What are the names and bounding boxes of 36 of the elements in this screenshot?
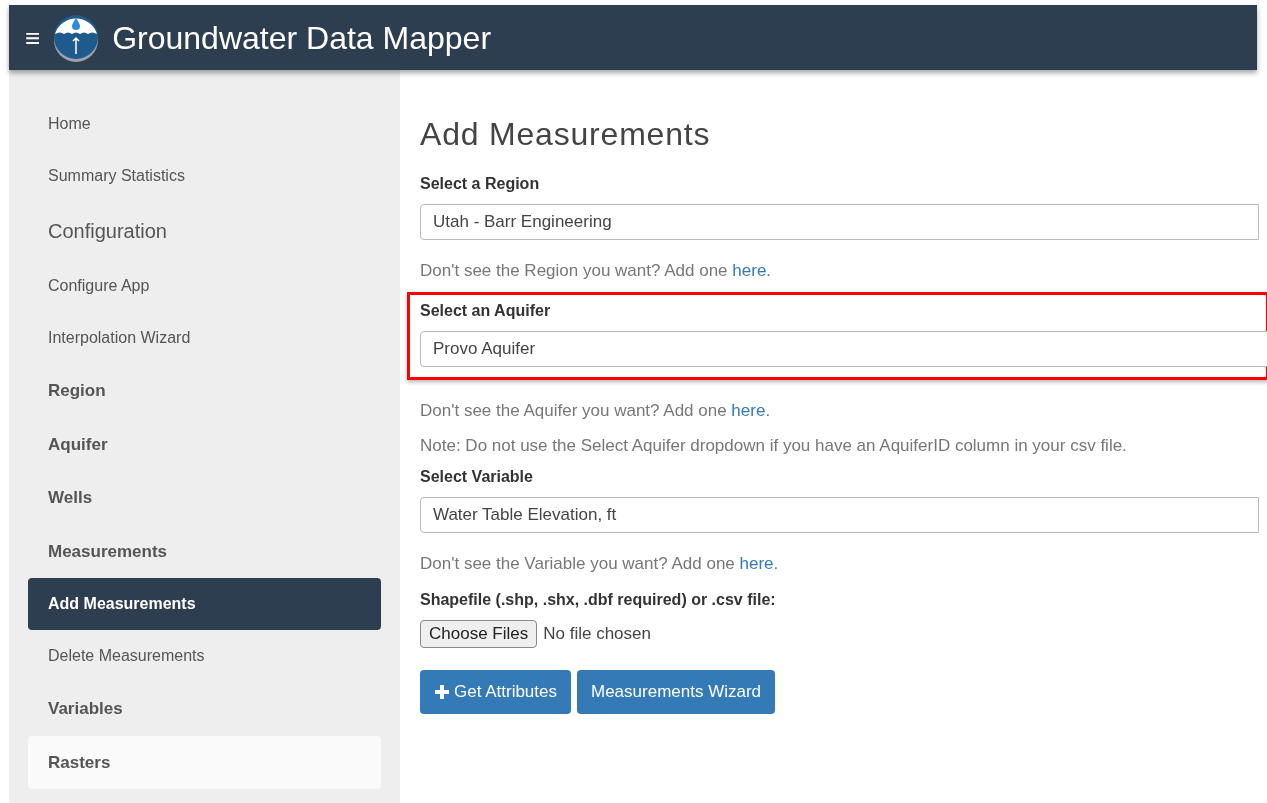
sidebar-item[interactable]: Measurements <box>28 524 381 578</box>
page-title: Add Measurements <box>420 115 712 154</box>
file-status: No file chosen <box>543 623 651 646</box>
help-text: Don't see the Region you want? Add one here. <box>420 260 773 282</box>
sidebar-item[interactable]: Summary Statistics <box>28 150 381 202</box>
sidebar-item[interactable]: Region <box>28 364 381 418</box>
sidebar-item[interactable]: Rasters <box>28 735 381 789</box>
field-label: Select a Region <box>420 174 541 194</box>
here-link[interactable]: here <box>732 261 767 280</box>
sidebar-item[interactable]: Configure App <box>28 260 381 312</box>
choose-files-button[interactable]: Choose Files <box>420 620 538 648</box>
field-label: Shapefile (.shp, .shx, .dbf required) or .csv file: <box>420 590 777 610</box>
here-link[interactable]: here <box>731 400 766 420</box>
sidebar-item[interactable]: Interpolation Wizard <box>28 312 381 364</box>
sidebar-heading: Configuration <box>47 219 168 244</box>
select-field[interactable]: Utah - Barr Engineering <box>420 204 1259 240</box>
sidebar-item[interactable]: Variables <box>28 682 381 736</box>
action-button[interactable]: Get Attributes <box>420 670 571 714</box>
water-drop-logo-icon <box>52 13 101 62</box>
plus-icon <box>434 684 450 700</box>
sidebar-item[interactable]: Home <box>28 98 381 150</box>
sidebar-item[interactable]: Add Measurements <box>28 578 381 630</box>
sidebar-item[interactable]: Wells <box>28 471 381 525</box>
select-field[interactable]: Water Table Elevation, ft <box>420 496 1259 533</box>
action-button[interactable]: Measurements Wizard <box>577 670 776 714</box>
app-title: Groundwater Data Mapper <box>112 18 492 58</box>
menu-icon[interactable]: ≡ <box>25 24 41 51</box>
field-label: Select an Aquifer <box>420 300 552 321</box>
help-text: Don't see the Aquifer you want? Add one here. <box>420 399 772 422</box>
help-text: Don't see the Variable you want? Add one here. <box>420 552 780 575</box>
sidebar-item[interactable]: Delete Measurements <box>28 630 381 682</box>
field-label: Select Variable <box>420 466 534 487</box>
sidebar-item[interactable]: Aquifer <box>28 417 381 471</box>
here-link[interactable]: here <box>739 553 774 573</box>
note-text: Note: Do not use the Select Aquifer dropdown if you have an AquiferID column in your csv file. <box>420 435 1128 457</box>
select-field[interactable]: Provo Aquifer <box>420 330 1267 367</box>
